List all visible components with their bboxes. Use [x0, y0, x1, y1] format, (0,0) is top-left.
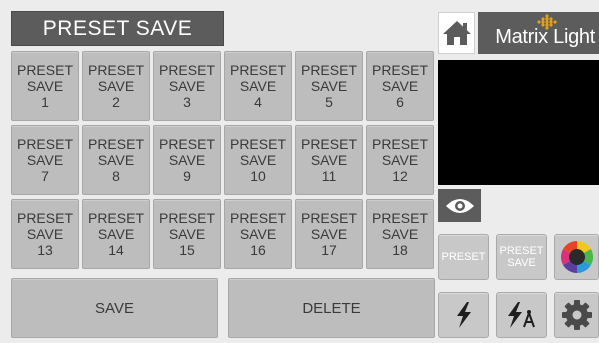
color-nav-button[interactable] [554, 234, 599, 280]
preset-slot-number: 11 [321, 168, 337, 184]
preset-slot-label: PRESET [300, 62, 357, 78]
preset-nav-button[interactable]: PRESET [438, 234, 489, 280]
preset-grid: PRESET SAVE 1 PRESET SAVE 2 PRESET SAVE 3 PRESET S… [11, 51, 434, 269]
preset-slot-label: PRESET [16, 136, 73, 152]
gear-icon [561, 300, 592, 330]
preset-save-nav-label-line1: PRESET [499, 245, 544, 257]
preset-slot-number: 15 [179, 242, 195, 258]
preset-save-slot-button[interactable]: PRESET SAVE 2 [82, 51, 150, 121]
preset-save-slot-button[interactable]: PRESET SAVE 6 [366, 51, 434, 121]
preset-slot-label: SAVE [168, 78, 206, 94]
preset-save-slot-button[interactable]: PRESET SAVE 18 [366, 199, 434, 269]
page-title: PRESET SAVE [11, 11, 224, 46]
preset-save-slot-button[interactable]: PRESET SAVE 15 [153, 199, 221, 269]
preset-slot-label: SAVE [310, 226, 348, 242]
preset-slot-label: PRESET [229, 62, 286, 78]
effects-nav-button[interactable] [438, 292, 489, 338]
preset-slot-label: SAVE [168, 226, 206, 242]
preset-slot-label: SAVE [97, 78, 135, 94]
preset-slot-label: SAVE [97, 152, 135, 168]
preset-save-slot-button[interactable]: PRESET SAVE 11 [295, 125, 363, 195]
preset-slot-label: SAVE [26, 78, 64, 94]
settings-nav-button[interactable] [554, 292, 599, 338]
preset-slot-label: PRESET [87, 136, 144, 152]
preset-nav-label: PRESET [441, 251, 486, 263]
preset-save-slot-button[interactable]: PRESET SAVE 5 [295, 51, 363, 121]
preset-slot-label: PRESET [87, 210, 144, 226]
preset-slot-label: SAVE [26, 226, 64, 242]
preset-slot-number: 6 [396, 94, 404, 110]
preset-slot-label: PRESET [371, 210, 428, 226]
preset-save-nav-button[interactable]: PRESET SAVE [496, 234, 547, 280]
lightning-icon [456, 302, 471, 328]
preset-save-slot-button[interactable]: PRESET SAVE 16 [224, 199, 292, 269]
preset-slot-number: 1 [41, 94, 49, 110]
preset-save-slot-button[interactable]: PRESET SAVE 4 [224, 51, 292, 121]
preset-slot-label: SAVE [381, 226, 419, 242]
preset-slot-label: SAVE [310, 152, 348, 168]
preset-slot-label: SAVE [26, 152, 64, 168]
preset-slot-number: 4 [254, 94, 262, 110]
brand-logo: Matrix Light [478, 12, 599, 54]
preset-save-slot-button[interactable]: PRESET SAVE 8 [82, 125, 150, 195]
preset-slot-label: PRESET [16, 62, 73, 78]
preset-slot-number: 8 [112, 168, 120, 184]
preset-slot-label: PRESET [300, 210, 357, 226]
preset-slot-number: 10 [250, 168, 266, 184]
preset-slot-label: SAVE [381, 78, 419, 94]
preset-save-nav-label-line2: SAVE [507, 257, 536, 269]
preset-slot-label: SAVE [239, 226, 277, 242]
preset-slot-label: PRESET [16, 210, 73, 226]
preset-slot-label: PRESET [229, 210, 286, 226]
lightning-compass-icon [507, 302, 535, 328]
preset-slot-number: 3 [183, 94, 191, 110]
preset-slot-label: PRESET [158, 210, 215, 226]
preset-slot-label: SAVE [239, 152, 277, 168]
effects-edit-nav-button[interactable] [496, 292, 547, 338]
preset-slot-label: SAVE [97, 226, 135, 242]
preset-slot-number: 17 [321, 242, 337, 258]
preset-save-slot-button[interactable]: PRESET SAVE 10 [224, 125, 292, 195]
preset-slot-number: 18 [392, 242, 408, 258]
preset-slot-label: SAVE [310, 78, 348, 94]
preset-slot-number: 12 [392, 168, 408, 184]
preset-slot-label: PRESET [371, 62, 428, 78]
preview-display [438, 60, 599, 185]
preset-save-slot-button[interactable]: PRESET SAVE 12 [366, 125, 434, 195]
preset-slot-number: 13 [37, 242, 53, 258]
delete-button[interactable]: DELETE [228, 278, 435, 338]
home-button[interactable] [438, 12, 475, 54]
save-button[interactable]: SAVE [11, 278, 218, 338]
preset-slot-label: PRESET [158, 62, 215, 78]
preset-save-slot-button[interactable]: PRESET SAVE 13 [11, 199, 79, 269]
preset-slot-label: PRESET [371, 136, 428, 152]
preset-slot-label: PRESET [87, 62, 144, 78]
preset-slot-label: SAVE [381, 152, 419, 168]
logo-text: Matrix Light [495, 25, 595, 48]
preset-slot-number: 16 [250, 242, 266, 258]
preset-slot-label: SAVE [168, 152, 206, 168]
preset-slot-label: PRESET [300, 136, 357, 152]
preset-slot-number: 9 [183, 168, 191, 184]
preset-slot-number: 14 [108, 242, 124, 258]
preset-save-slot-button[interactable]: PRESET SAVE 17 [295, 199, 363, 269]
color-wheel-icon [560, 240, 593, 274]
preset-save-slot-button[interactable]: PRESET SAVE 3 [153, 51, 221, 121]
home-icon [442, 21, 471, 45]
eye-icon [445, 198, 474, 213]
preset-slot-number: 5 [325, 94, 333, 110]
preset-slot-number: 7 [41, 168, 49, 184]
preset-save-slot-button[interactable]: PRESET SAVE 1 [11, 51, 79, 121]
preset-slot-number: 2 [112, 94, 120, 110]
preview-toggle-button[interactable] [438, 189, 481, 222]
preset-save-slot-button[interactable]: PRESET SAVE 14 [82, 199, 150, 269]
preset-slot-label: SAVE [239, 78, 277, 94]
preset-save-slot-button[interactable]: PRESET SAVE 9 [153, 125, 221, 195]
preset-slot-label: PRESET [158, 136, 215, 152]
preset-slot-label: PRESET [229, 136, 286, 152]
preset-save-slot-button[interactable]: PRESET SAVE 7 [11, 125, 79, 195]
